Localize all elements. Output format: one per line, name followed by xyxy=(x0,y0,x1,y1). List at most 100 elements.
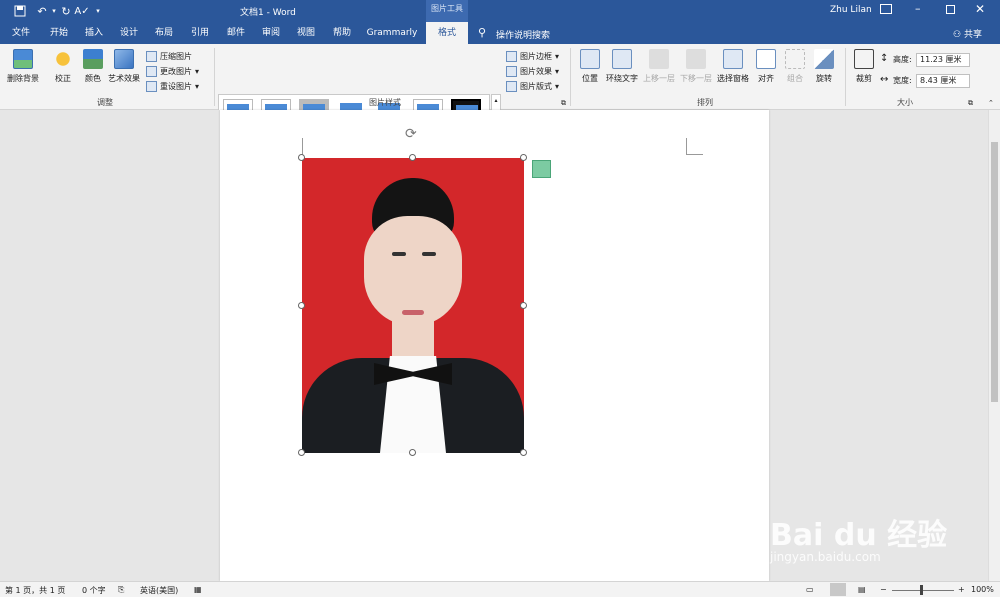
tab-review[interactable]: 审阅 xyxy=(255,22,287,44)
remove-background-button[interactable]: 删除背景 xyxy=(3,48,43,94)
tab-references[interactable]: 引用 xyxy=(184,22,216,44)
resize-handle[interactable] xyxy=(520,154,527,161)
tab-file[interactable]: 文件 xyxy=(4,22,38,44)
color-icon xyxy=(83,49,103,69)
read-mode-icon[interactable]: ▭ xyxy=(806,585,814,594)
dialog-launcher-icon[interactable]: ⧉ xyxy=(968,99,973,108)
change-picture-button[interactable]: 更改图片 ▾ xyxy=(146,64,199,78)
styles-group-label: 图片样式 xyxy=(369,98,401,107)
page-count[interactable]: 第 1 页，共 1 页 xyxy=(5,585,65,596)
scroll-thumb[interactable] xyxy=(991,142,998,402)
reset-label: 重设图片 xyxy=(160,81,192,91)
eye xyxy=(392,252,406,256)
dialog-launcher-icon[interactable]: ⧉ xyxy=(561,99,566,108)
backward-label: 下移一层 xyxy=(680,74,712,83)
resize-handle[interactable] xyxy=(520,449,527,456)
user-name[interactable]: Zhu Lilan xyxy=(830,5,872,15)
layout-label: 图片版式 xyxy=(520,81,552,91)
resize-handle[interactable] xyxy=(298,154,305,161)
resize-handle[interactable] xyxy=(409,154,416,161)
tell-me-search[interactable]: 操作说明搜索 xyxy=(496,28,550,41)
group-button[interactable]: 组合 xyxy=(780,48,810,94)
wrap-text-button[interactable]: 环绕文字 xyxy=(603,48,641,94)
web-layout-icon[interactable]: ▤ xyxy=(858,585,866,594)
word-count[interactable]: 0 个字 xyxy=(82,585,106,596)
width-field[interactable]: 8.43 厘米 xyxy=(916,74,970,88)
tab-view[interactable]: 视图 xyxy=(290,22,322,44)
align-icon xyxy=(756,49,776,69)
title-bar: ↶ ▾ ↻ A✓ ▾ 文档1 - Word 图片工具 Zhu Lilan – ✕ xyxy=(0,0,1000,22)
tab-design[interactable]: 设计 xyxy=(113,22,145,44)
tab-grammarly[interactable]: Grammarly xyxy=(363,22,421,44)
resize-handle[interactable] xyxy=(298,449,305,456)
redo-icon[interactable]: ↻ xyxy=(58,4,74,18)
adjust-group-label: 调整 xyxy=(97,98,113,107)
mouth xyxy=(402,310,424,315)
position-button[interactable]: 位置 xyxy=(575,48,605,94)
selection-pane-button[interactable]: 选择窗格 xyxy=(714,48,752,94)
zoom-slider[interactable] xyxy=(892,590,954,591)
zoom-out-icon[interactable]: − xyxy=(880,585,887,594)
margin-mark xyxy=(686,138,703,155)
resize-handle[interactable] xyxy=(409,449,416,456)
sun-icon xyxy=(53,49,73,69)
change-picture-icon xyxy=(146,65,157,77)
resize-handle[interactable] xyxy=(298,302,305,309)
color-label: 颜色 xyxy=(85,74,101,83)
ribbon-display-icon[interactable] xyxy=(880,4,892,14)
align-button[interactable]: 对齐 xyxy=(751,48,781,94)
proofing-icon[interactable]: ⎘ xyxy=(118,585,124,595)
share-button[interactable]: ⚇ 共享 xyxy=(953,27,982,40)
minimize-icon[interactable]: – xyxy=(915,2,921,15)
artistic-effects-button[interactable]: 艺术效果 xyxy=(104,48,144,94)
group-divider xyxy=(214,48,215,106)
crop-button[interactable]: 裁剪 xyxy=(849,48,879,94)
zoom-level[interactable]: 100% xyxy=(971,585,994,594)
bring-forward-button[interactable]: 上移一层 xyxy=(640,48,678,94)
language[interactable]: 英语(美国) xyxy=(140,585,178,596)
chevron-down-icon: ▾ xyxy=(555,66,560,76)
collapse-ribbon-icon[interactable]: ⌃ xyxy=(988,99,994,107)
height-field[interactable]: 11.23 厘米 xyxy=(916,53,970,67)
size-group-label: 大小 xyxy=(897,98,913,107)
neck xyxy=(392,318,434,358)
picture-border-button[interactable]: 图片边框 ▾ xyxy=(506,49,559,63)
tab-help[interactable]: 帮助 xyxy=(326,22,358,44)
align-label: 对齐 xyxy=(758,74,774,83)
rotate-handle-icon[interactable]: ⟳ xyxy=(405,126,417,142)
wrap-icon xyxy=(612,49,632,69)
resize-handle[interactable] xyxy=(520,302,527,309)
tab-home[interactable]: 开始 xyxy=(42,22,76,44)
layout-options-icon[interactable] xyxy=(532,160,551,178)
save-icon[interactable] xyxy=(12,4,28,18)
tab-layout[interactable]: 布局 xyxy=(148,22,180,44)
ribbon: 删除背景 校正 颜色 艺术效果 压缩图片 更改图片▾ 重设图片▾ 调整 ▴▾≡ … xyxy=(0,44,1000,132)
tab-format[interactable]: 格式 xyxy=(426,22,468,44)
reset-icon xyxy=(146,80,157,92)
reset-picture-button[interactable]: 重设图片 ▾ xyxy=(146,79,199,93)
send-backward-button[interactable]: 下移一层 xyxy=(677,48,715,94)
close-icon[interactable]: ✕ xyxy=(975,2,985,16)
picture-layout-button[interactable]: 图片版式 ▾ xyxy=(506,79,559,93)
baidu-url: jingyan.baidu.com xyxy=(770,550,881,564)
customize-qat-icon[interactable]: ▾ xyxy=(90,4,106,18)
tab-mailings[interactable]: 邮件 xyxy=(220,22,252,44)
person-icon: ⚇ xyxy=(953,30,962,40)
picture-effects-button[interactable]: 图片效果 ▾ xyxy=(506,64,559,78)
width-icon: ↔ xyxy=(880,74,889,85)
vertical-scrollbar[interactable] xyxy=(988,110,1000,581)
print-layout-icon[interactable] xyxy=(830,583,846,596)
remove-background-icon xyxy=(13,49,33,69)
zoom-thumb[interactable] xyxy=(920,585,923,595)
macro-icon[interactable]: ▦ xyxy=(194,585,202,594)
tab-insert[interactable]: 插入 xyxy=(78,22,110,44)
window-title: 文档1 - Word xyxy=(240,8,296,18)
effects-icon xyxy=(506,65,517,77)
rotate-button[interactable]: 旋转 xyxy=(809,48,839,94)
crop-icon xyxy=(854,49,874,69)
compress-pictures-button[interactable]: 压缩图片 xyxy=(146,49,192,63)
selected-picture[interactable] xyxy=(302,158,524,453)
restore-icon[interactable] xyxy=(946,5,955,14)
zoom-in-icon[interactable]: + xyxy=(958,585,965,594)
spelling-icon[interactable]: A✓ xyxy=(74,4,90,18)
